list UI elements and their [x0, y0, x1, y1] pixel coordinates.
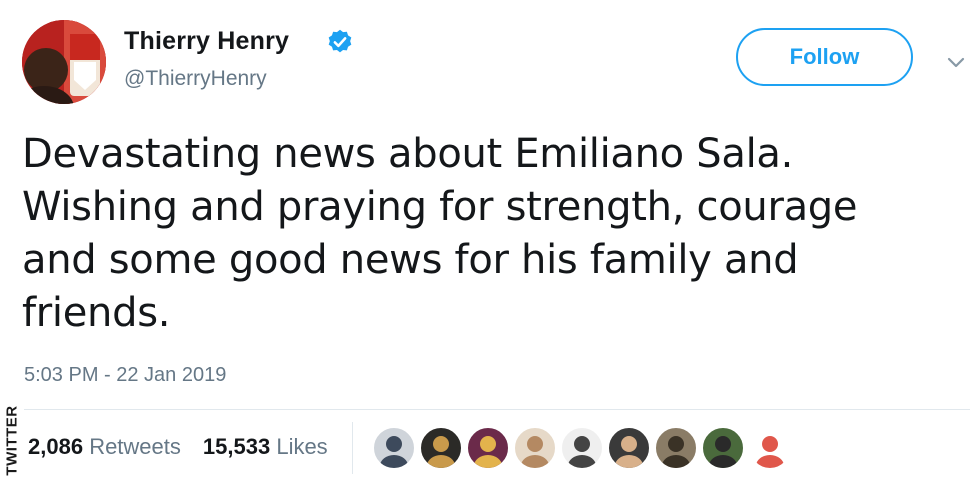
- tweet-stats: 2,086 Retweets 15,533 Likes: [28, 434, 328, 460]
- retweets-count: 2,086: [28, 434, 84, 459]
- watermark: TWITTER: [0, 398, 24, 486]
- liker-avatar-2[interactable]: [419, 426, 463, 470]
- verified-badge-icon: [328, 29, 352, 53]
- watermark-label: TWITTER: [3, 405, 21, 476]
- likes-count: 15,533: [202, 434, 271, 459]
- retweets-stat[interactable]: 2,086 Retweets: [28, 434, 181, 459]
- liker-avatar-6[interactable]: [607, 426, 651, 470]
- retweets-label: Retweets: [89, 434, 181, 459]
- liker-avatar-9[interactable]: [748, 426, 792, 470]
- tweet-text: Devastating news about Emiliano Sala. Wi…: [22, 131, 858, 336]
- liker-avatar-5[interactable]: [560, 426, 604, 470]
- profile-avatar[interactable]: [22, 20, 106, 104]
- liker-avatar-4[interactable]: [513, 426, 557, 470]
- liker-avatar-7[interactable]: [654, 426, 698, 470]
- likes-label: Likes: [276, 434, 328, 459]
- display-name[interactable]: Thierry Henry: [124, 27, 289, 56]
- chevron-down-icon[interactable]: [944, 50, 968, 74]
- likes-stat[interactable]: 15,533 Likes: [203, 434, 328, 459]
- user-handle[interactable]: @ThierryHenry: [124, 67, 267, 91]
- follow-button[interactable]: Follow: [736, 28, 913, 86]
- tweet-timestamp[interactable]: 5:03 PM - 22 Jan 2019: [24, 364, 226, 387]
- liker-avatar-8[interactable]: [701, 426, 745, 470]
- stats-separator: [352, 422, 353, 474]
- divider: [20, 409, 970, 410]
- liker-avatar-1[interactable]: [372, 426, 416, 470]
- liker-avatar-3[interactable]: [466, 426, 510, 470]
